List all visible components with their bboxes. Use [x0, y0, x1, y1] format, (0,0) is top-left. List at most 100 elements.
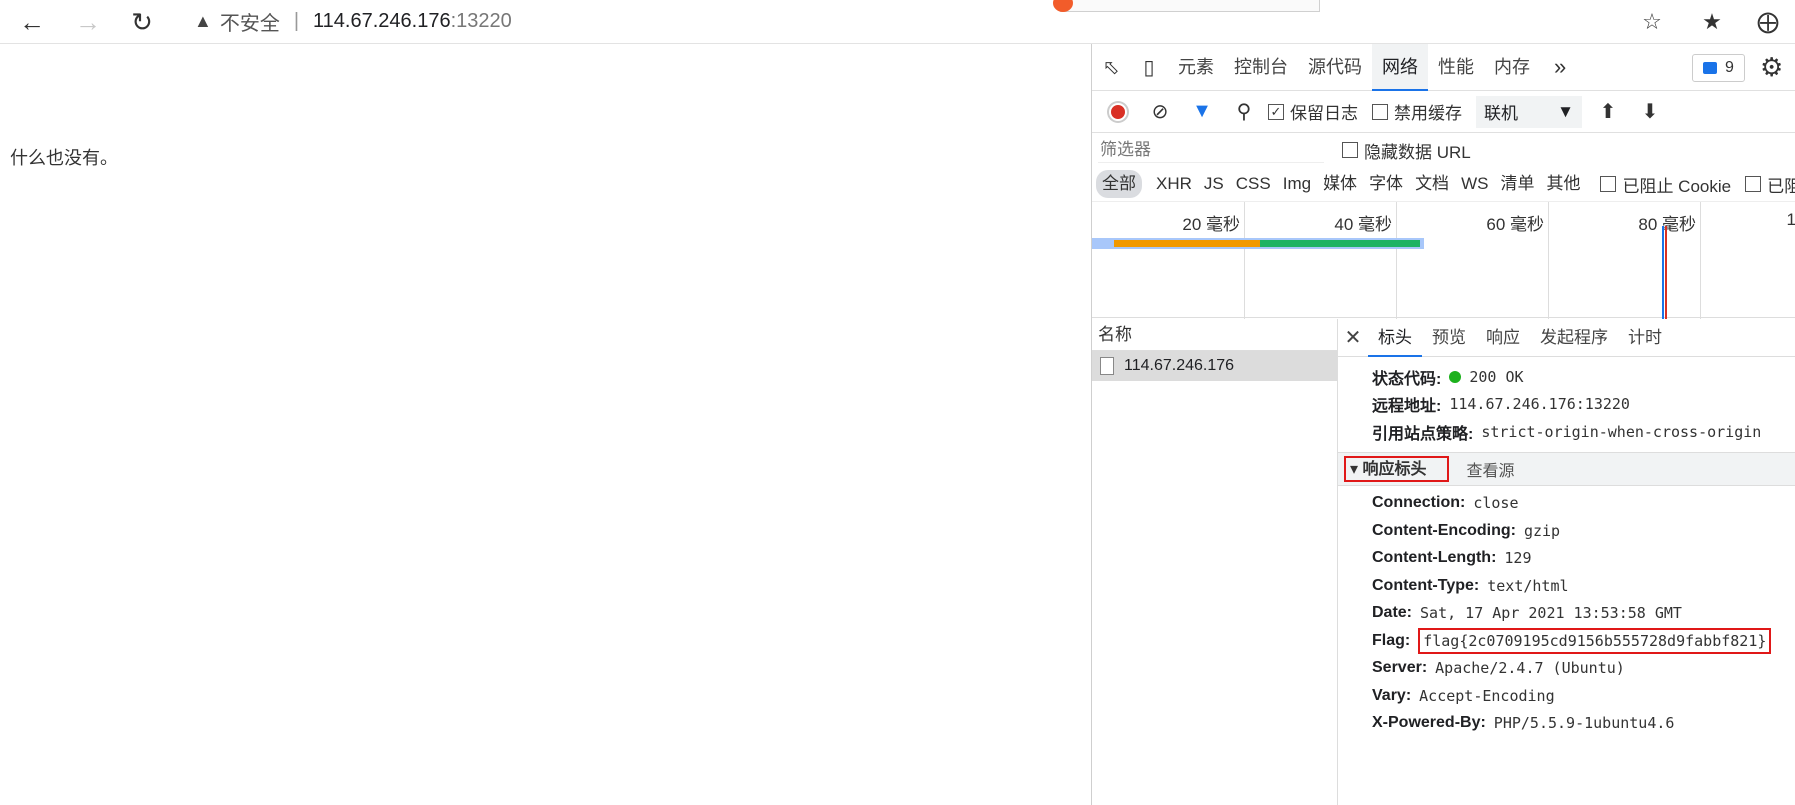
record-button[interactable] — [1100, 94, 1136, 130]
header-key: Content-Type: — [1372, 576, 1480, 594]
dom-content-loaded-marker — [1662, 226, 1664, 319]
type-doc[interactable]: 文档 — [1409, 170, 1455, 198]
timeline-label: 60 毫秒 — [1486, 215, 1544, 234]
dropdown-arrow-icon: ▼ — [1557, 101, 1574, 121]
tab-headers[interactable]: 标头 — [1368, 319, 1422, 357]
clear-icon[interactable]: ⊘ — [1142, 94, 1178, 130]
header-value: text/html — [1487, 576, 1569, 595]
preserve-log-label: 保留日志 — [1290, 104, 1358, 123]
tab-initiator[interactable]: 发起程序 — [1530, 319, 1618, 357]
header-key: Vary: — [1372, 686, 1412, 704]
page-message: 什么也没有。 — [10, 148, 118, 169]
flag-value: flag{2c0709195cd9156b555728d9fabbf821} — [1418, 627, 1772, 654]
type-js[interactable]: JS — [1198, 170, 1230, 198]
header-key: 远程地址: — [1372, 398, 1442, 416]
back-arrow-icon[interactable]: ← — [14, 4, 50, 40]
type-other[interactable]: 其他 — [1540, 170, 1586, 198]
request-name: 114.67.246.176 — [1124, 357, 1235, 374]
header-key: Connection: — [1372, 494, 1466, 512]
timeline-label: 20 毫秒 — [1182, 215, 1240, 234]
response-header-row: Server: Apache/2.4.7 (Ubuntu) — [1338, 655, 1795, 683]
timeline-label: 1 — [1786, 210, 1795, 229]
filter-icon[interactable]: ▼ — [1184, 94, 1220, 130]
header-key: Flag: — [1372, 631, 1411, 649]
detail-tab-bar: ✕ 标头 预览 响应 发起程序 计时 — [1338, 319, 1795, 357]
tab-network[interactable]: 网络 — [1372, 43, 1428, 91]
tab-performance[interactable]: 性能 — [1428, 44, 1484, 91]
type-ws[interactable]: WS — [1455, 170, 1494, 198]
type-img[interactable]: Img — [1277, 170, 1317, 198]
checkbox-empty-icon — [1372, 103, 1388, 120]
response-header-row: Vary: Accept-Encoding — [1338, 682, 1795, 710]
request-detail: ✕ 标头 预览 响应 发起程序 计时 状态代码: 200 OK 远程地址: 11… — [1338, 319, 1795, 805]
timeline-gridline — [1244, 202, 1245, 319]
checkbox-checked-icon: ✓ — [1268, 103, 1284, 120]
tab-preview[interactable]: 预览 — [1422, 319, 1476, 357]
tab-elements[interactable]: 元素 — [1168, 44, 1224, 91]
type-xhr[interactable]: XHR — [1150, 170, 1198, 198]
type-font[interactable]: 字体 — [1363, 170, 1409, 198]
header-key: Server: — [1372, 659, 1428, 677]
resource-type-filters: 全部 XHR JS CSS Img 媒体 字体 文档 WS 清单 其他 已阻止 … — [1092, 167, 1795, 201]
download-icon[interactable]: ⬇ — [1632, 94, 1668, 130]
general-row-referrer: 引用站点策略: strict-origin-when-cross-origin — [1338, 418, 1795, 446]
response-header-row: Content-Length: 129 — [1338, 545, 1795, 573]
issues-badge[interactable]: 9 — [1692, 54, 1745, 82]
upload-icon[interactable]: ⬆ — [1590, 94, 1626, 130]
header-value: PHP/5.5.9-1ubuntu4.6 — [1493, 714, 1675, 733]
search-icon[interactable]: ⚲ — [1226, 94, 1262, 130]
tab-console[interactable]: 控制台 — [1224, 44, 1298, 91]
inspect-element-icon[interactable]: ⬁ — [1092, 48, 1130, 86]
header-key: X-Powered-By: — [1372, 714, 1486, 732]
response-header-row: Connection: close — [1338, 490, 1795, 518]
throttle-select[interactable]: 联机 ▼ — [1476, 95, 1582, 128]
throttle-value: 联机 — [1484, 104, 1518, 123]
collections-icon[interactable]: ⨁ — [1750, 4, 1786, 40]
favorites-icon[interactable]: ★ — [1694, 4, 1730, 40]
response-headers-section[interactable]: ▾ 响应标头 查看源 — [1338, 451, 1795, 486]
extension-logo-icon[interactable] — [1053, 0, 1073, 12]
blocked-requests-checkbox[interactable]: 已阻 — [1745, 172, 1795, 197]
type-manifest[interactable]: 清单 — [1494, 170, 1540, 198]
timeline-download-bar — [1260, 240, 1420, 247]
header-value: Apache/2.4.7 (Ubuntu) — [1435, 659, 1625, 678]
tab-timing[interactable]: 计时 — [1618, 319, 1672, 357]
tab-response[interactable]: 响应 — [1476, 319, 1530, 357]
security-label: 不安全 — [219, 12, 280, 35]
extension-strip — [1053, 0, 1320, 12]
address-bar[interactable]: ▲ 不安全 | 114.67.246.176 :13220 — [178, 2, 1678, 40]
filter-input[interactable]: 筛选器 — [1098, 137, 1324, 163]
header-key: Date: — [1372, 604, 1413, 622]
hide-data-url-checkbox[interactable]: 隐藏数据 URL — [1342, 138, 1471, 163]
device-toggle-icon[interactable]: ▯ — [1130, 48, 1168, 86]
type-all[interactable]: 全部 — [1096, 170, 1142, 198]
header-value: 129 — [1504, 549, 1532, 568]
tab-memory[interactable]: 内存 — [1484, 44, 1540, 91]
disable-cache-checkbox[interactable]: 禁用缓存 — [1372, 99, 1462, 124]
close-icon[interactable]: ✕ — [1338, 325, 1368, 350]
type-media[interactable]: 媒体 — [1317, 170, 1363, 198]
add-favorite-icon[interactable]: ☆ — [1634, 4, 1670, 40]
view-source-link[interactable]: 查看源 — [1467, 457, 1515, 481]
address-separator: | — [293, 9, 300, 32]
request-row[interactable]: 114.67.246.176 — [1092, 351, 1337, 381]
reload-icon[interactable]: ↻ — [124, 4, 160, 40]
network-overview-timeline[interactable]: 20 毫秒 40 毫秒 60 毫秒 80 毫秒 1 — [1092, 201, 1795, 319]
filter-row: 筛选器 隐藏数据 URL — [1092, 133, 1795, 167]
request-list: 名称 114.67.246.176 — [1092, 319, 1338, 805]
hide-data-url-label: 隐藏数据 URL — [1364, 142, 1471, 162]
document-icon — [1100, 357, 1114, 375]
name-column-header[interactable]: 名称 — [1092, 319, 1337, 351]
preserve-log-checkbox[interactable]: ✓ 保留日志 — [1268, 99, 1358, 124]
header-value: 200 OK — [1469, 367, 1524, 386]
header-value: 114.67.246.176:13220 — [1449, 395, 1630, 414]
devtools-panel: ⬁ ▯ 元素 控制台 源代码 网络 性能 内存 » 9 ⚙ ⊘ ▼ ⚲ ✓ 保留… — [1091, 43, 1795, 805]
response-headers-title[interactable]: ▾ 响应标头 — [1344, 455, 1449, 482]
forward-arrow-icon[interactable]: → — [70, 4, 106, 40]
tab-sources[interactable]: 源代码 — [1298, 44, 1372, 91]
more-tabs-icon[interactable]: » — [1540, 54, 1580, 80]
type-css[interactable]: CSS — [1230, 170, 1277, 198]
timeline-gridline — [1548, 202, 1549, 319]
gear-icon[interactable]: ⚙ — [1760, 52, 1783, 83]
blocked-cookies-checkbox[interactable]: 已阻止 Cookie — [1600, 172, 1731, 197]
